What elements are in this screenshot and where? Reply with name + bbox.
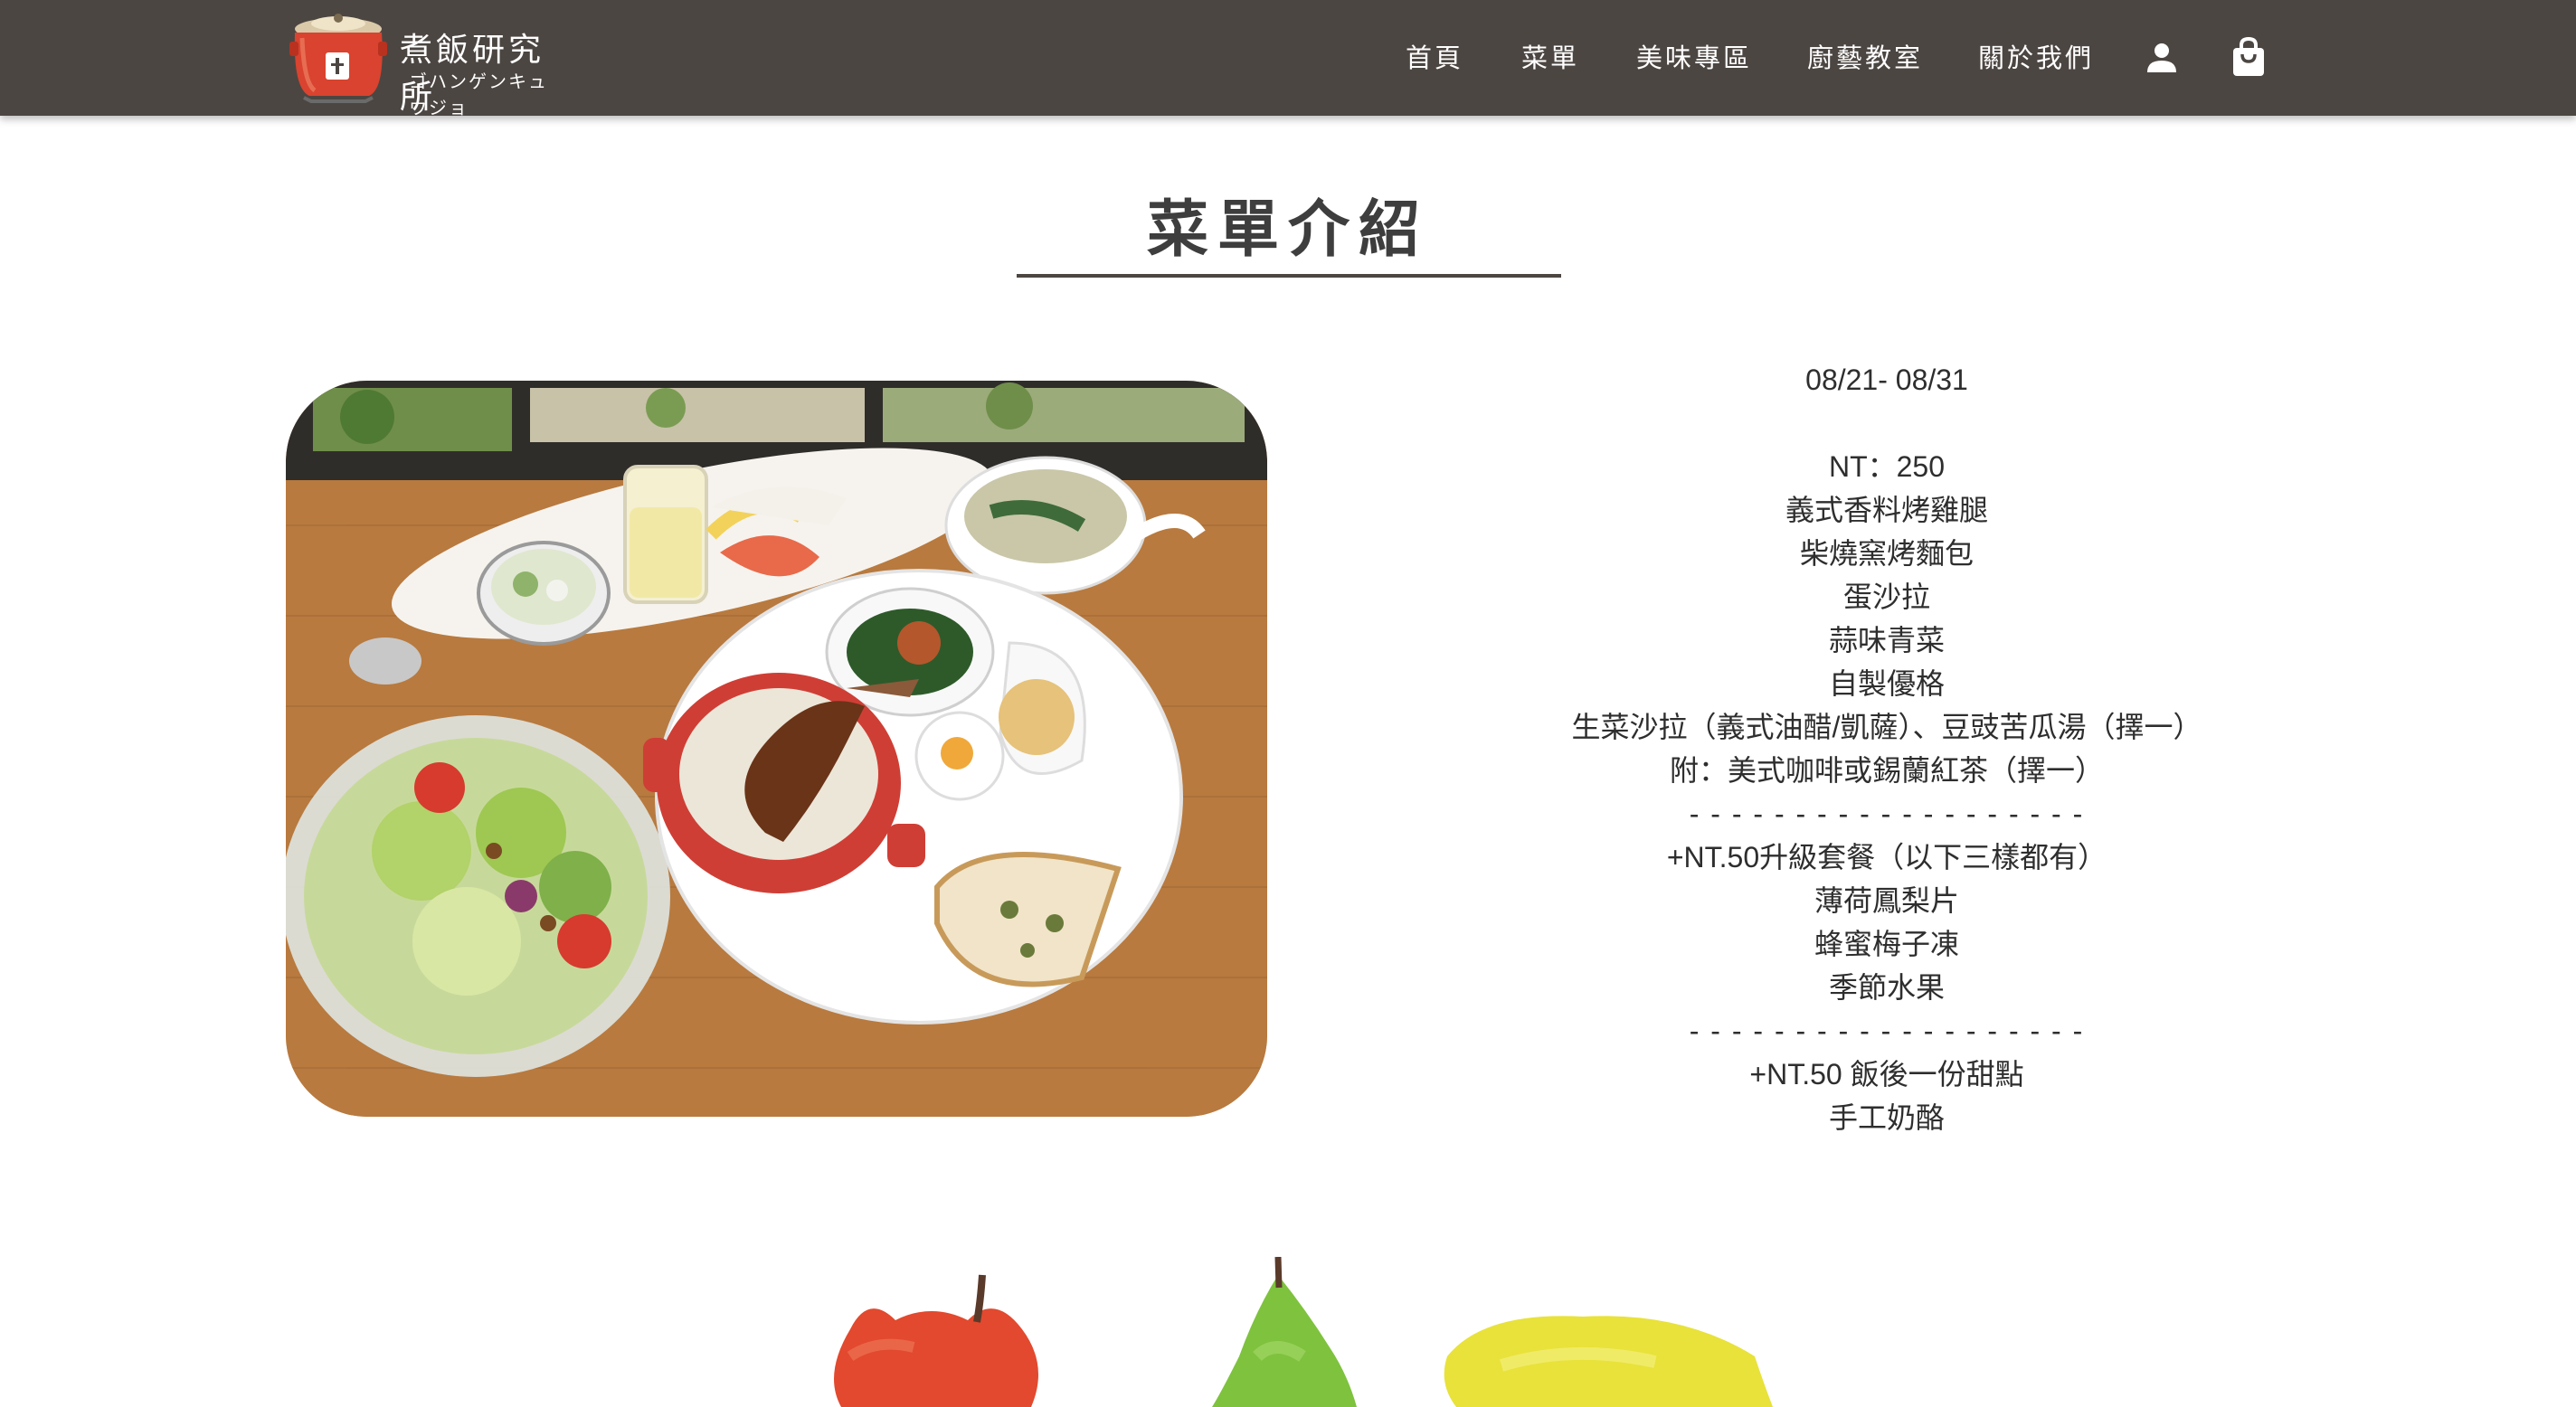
menu-separator: - - - - - - - - - - - - - - - - - - - [1689,798,2085,830]
user-icon[interactable] [2144,40,2180,76]
rice-pot-logo-icon [289,14,387,103]
upgrade-item: 季節水果 [1828,971,1945,1004]
menu-details: 08/21- 08/31 NT：250 義式香料烤雞腿 柴燒窯烤麵包 蛋沙拉 蒜… [1416,358,2357,1139]
menu-item: 自製優格 [1828,667,1945,700]
menu-date-range: 08/21- 08/31 [1805,364,1968,396]
menu-item: 蛋沙拉 [1842,581,1930,613]
dessert-title: +NT.50 飯後一份甜點 [1749,1058,2024,1091]
fruit-illustrations [834,1257,1773,1407]
menu-item: 附：美式咖啡或錫蘭紅茶（擇一） [1669,754,2104,787]
menu-separator: - - - - - - - - - - - - - - - - - - - [1689,1015,2085,1047]
top-navbar: 煮飯研究所 ゴハンゲンキュウジョ 首頁 菜單 美味專區 廚藝教室 關於我們 [0,0,2576,118]
set-meal-image [286,381,1267,1117]
shopping-bag-icon[interactable] [2230,36,2267,78]
menu-item: 生菜沙拉（義式油醋/凱薩）、豆豉苦瓜湯（擇一） [1571,711,2202,743]
brand-logo[interactable]: 煮飯研究所 ゴハンゲンキュウジョ [286,11,566,118]
brand-kana: ゴハンゲンキュウジョ [409,71,548,118]
pear-icon [1212,1257,1357,1407]
upgrade-title: +NT.50升級套餐（以下三樣都有） [1666,841,2107,873]
menu-price: NT：250 [1828,450,1946,483]
upgrade-item: 薄荷鳳梨片 [1814,884,1959,917]
nav-item-about-us[interactable]: 關於我們 [1978,36,2094,80]
nav-item-gourmet[interactable]: 美味專區 [1636,36,1752,80]
menu-item: 蒜味青菜 [1828,624,1945,656]
page-title: 菜單介紹 [1146,194,1429,266]
set-meal-photo [286,381,1267,1117]
apple-icon [834,1274,1038,1407]
nav-item-cooking-class[interactable]: 廚藝教室 [1807,36,1923,80]
nav-item-home[interactable]: 首頁 [1406,36,1463,80]
title-underline [1017,274,1561,278]
menu-item: 義式香料烤雞腿 [1785,494,1988,526]
lemon-icon [1444,1316,1773,1407]
dessert-item: 手工奶酪 [1828,1101,1945,1134]
menu-item: 柴燒窯烤麵包 [1799,537,1974,570]
nav-item-menu[interactable]: 菜單 [1521,36,1579,80]
upgrade-item: 蜂蜜梅子凍 [1814,928,1959,960]
